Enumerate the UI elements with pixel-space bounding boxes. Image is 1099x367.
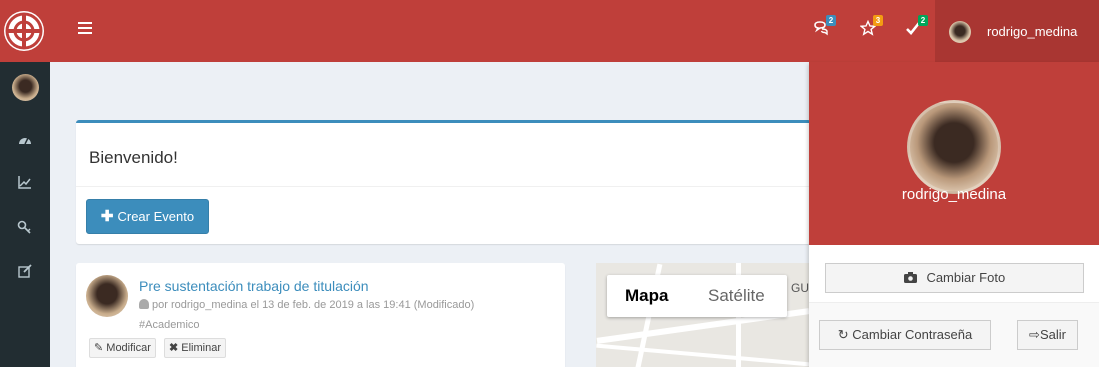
create-event-button[interactable]: ✚ Crear Evento	[86, 199, 209, 234]
sidebar-item-edit[interactable]	[17, 263, 33, 279]
tasks-badge: 2	[918, 15, 928, 26]
event-author-avatar	[86, 275, 128, 317]
sidebar-item-charts[interactable]	[17, 174, 33, 190]
key-icon	[17, 220, 31, 234]
main-header: 2 3 2 rodrigo_medina	[0, 0, 1099, 62]
change-photo-label: Cambiar Foto	[926, 270, 1006, 285]
map-road	[596, 343, 810, 367]
plus-icon: ✚	[100, 208, 114, 225]
change-photo-button[interactable]: Cambiar Foto	[825, 263, 1084, 293]
divider	[76, 186, 811, 187]
times-icon: ✖	[169, 342, 179, 354]
edit-event-label: Modificar	[106, 342, 151, 354]
delete-event-label: Eliminar	[181, 342, 222, 354]
map-type-satellite-option[interactable]: Satélite	[708, 286, 765, 306]
messages-badge: 2	[826, 15, 836, 26]
user-panel-footer: ↻ Cambiar Contraseña ⇨Salir	[809, 302, 1099, 367]
logo-emblem-icon	[5, 12, 43, 50]
event-tag: #Academico	[139, 319, 200, 331]
sidebar-avatar[interactable]	[12, 74, 39, 101]
edit-event-button[interactable]: ✎ Modificar	[89, 338, 156, 358]
welcome-box: Bienvenido! ✚ Crear Evento	[76, 120, 811, 244]
user-avatar	[949, 21, 971, 43]
event-meta: por rodrigo_medina el 13 de feb. de 2019…	[139, 299, 474, 311]
logout-button[interactable]: ⇨Salir	[1017, 320, 1078, 350]
header-username: rodrigo_medina	[987, 24, 1078, 39]
event-map[interactable]: Mapa Satélite GU	[596, 263, 810, 367]
left-sidebar	[0, 62, 50, 367]
favorites-badge: 3	[873, 15, 883, 26]
pencil-icon: ✎	[94, 342, 104, 354]
change-password-button[interactable]: ↻ Cambiar Contraseña	[819, 320, 991, 350]
messages-button[interactable]: 2	[810, 15, 836, 42]
refresh-icon: ↻	[837, 327, 849, 342]
change-password-label: Cambiar Contraseña	[852, 327, 973, 342]
edit-icon	[18, 264, 32, 278]
user-panel-header: rodrigo_medina	[809, 62, 1099, 245]
map-type-map-option[interactable]: Mapa	[625, 286, 668, 306]
welcome-title: Bienvenido!	[89, 148, 178, 167]
event-title-link[interactable]: Pre sustentación trabajo de titulación	[139, 278, 369, 294]
user-icon	[139, 299, 149, 309]
create-event-label: Crear Evento	[117, 209, 195, 224]
sign-out-icon: ⇨	[1029, 327, 1040, 342]
tasks-button[interactable]: 2	[902, 15, 928, 42]
user-dropdown-panel: rodrigo_medina Cambiar Foto ↻ Cambiar Co…	[809, 62, 1099, 367]
user-panel-username: rodrigo_medina	[901, 186, 1007, 203]
user-panel-avatar	[907, 100, 1001, 194]
event-meta-text: por rodrigo_medina el 13 de feb. de 2019…	[152, 299, 475, 311]
sidebar-item-keys[interactable]	[17, 219, 33, 235]
map-type-control: Mapa Satélite	[607, 275, 787, 317]
logout-label: Salir	[1039, 327, 1066, 342]
event-card: Pre sustentación trabajo de titulación p…	[76, 263, 565, 367]
chart-icon	[18, 176, 31, 189]
delete-event-button[interactable]: ✖ Eliminar	[164, 338, 227, 358]
sidebar-item-dashboard[interactable]	[17, 132, 33, 148]
favorites-button[interactable]: 3	[857, 15, 883, 42]
camera-icon	[903, 270, 927, 285]
logo[interactable]	[4, 11, 44, 51]
sidebar-toggle-button[interactable]	[78, 22, 92, 38]
dashboard-icon	[19, 137, 31, 145]
map-label: GU	[791, 281, 809, 295]
user-menu-toggle[interactable]: rodrigo_medina	[935, 0, 1099, 62]
